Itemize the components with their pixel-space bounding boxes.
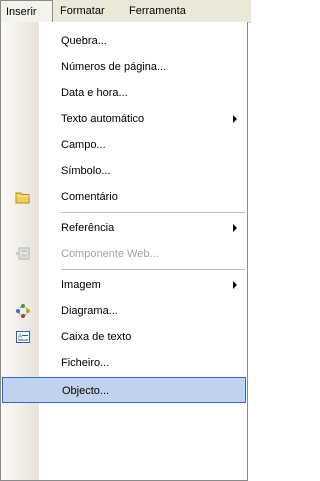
menu-item-label: Componente Web... [61,248,159,260]
menu-item-data-e-hora[interactable]: Data e hora... [1,80,247,106]
menu-item-numeros-de-pagina[interactable]: Números de página... [1,54,247,80]
menu-item-caixa-de-texto[interactable]: A Caixa de texto [1,324,247,350]
insert-dropdown-menu: Quebra... Números de página... Data e ho… [0,22,248,481]
menu-item-imagem[interactable]: Imagem [1,272,247,298]
menu-item-label: Símbolo... [61,165,111,177]
menu-tab-formatar[interactable]: Formatar [55,0,110,22]
web-component-icon [16,247,30,260]
menu-item-label: Referência [61,222,115,234]
menu-item-label: Texto automático [61,113,145,125]
menu-item-componente-web: Componente Web... [1,241,247,267]
menu-item-label: Comentário [61,191,118,203]
text-box-icon: A [16,331,30,343]
submenu-arrow-icon [233,224,237,232]
submenu-arrow-icon [233,281,237,289]
menu-item-objecto[interactable]: Objecto... [2,377,246,403]
menu-item-label: Caixa de texto [61,331,132,343]
menu-item-simbolo[interactable]: Símbolo... [1,158,247,184]
diagram-icon [16,304,30,318]
menu-item-referencia[interactable]: Referência [1,215,247,241]
menu-item-label: Campo... [61,139,106,151]
menu-item-diagrama[interactable]: Diagrama... [1,298,247,324]
menu-tab-inserir[interactable]: Inserir [0,0,53,22]
menu-item-campo[interactable]: Campo... [1,132,247,158]
menu-item-label: Objecto... [62,385,110,397]
menu-separator [61,269,245,270]
comment-icon [15,192,30,204]
menu-item-texto-automatico[interactable]: Texto automático [1,106,247,132]
menu-item-ficheiro[interactable]: Ficheiro... [1,350,247,376]
menu-tab-label: Ferramenta [129,5,186,17]
submenu-arrow-icon [233,115,237,123]
menu-separator [61,212,245,213]
menu-tab-label: Inserir [6,6,37,18]
menu-bar: Inserir Formatar Ferramenta [0,0,251,23]
menu-item-quebra[interactable]: Quebra... [1,28,247,54]
svg-text:A: A [18,334,22,340]
menu-item-comentario[interactable]: Comentário [1,184,247,210]
menu-item-label: Ficheiro... [61,357,110,369]
menu-item-label: Imagem [61,279,101,291]
menu-tab-label: Formatar [60,5,105,17]
menu-item-label: Diagrama... [61,305,118,317]
menu-item-label: Quebra... [61,35,107,47]
menu-item-label: Números de página... [61,61,167,73]
menu-item-label: Data e hora... [61,87,128,99]
menu-tab-ferramentas[interactable]: Ferramenta [124,0,191,22]
